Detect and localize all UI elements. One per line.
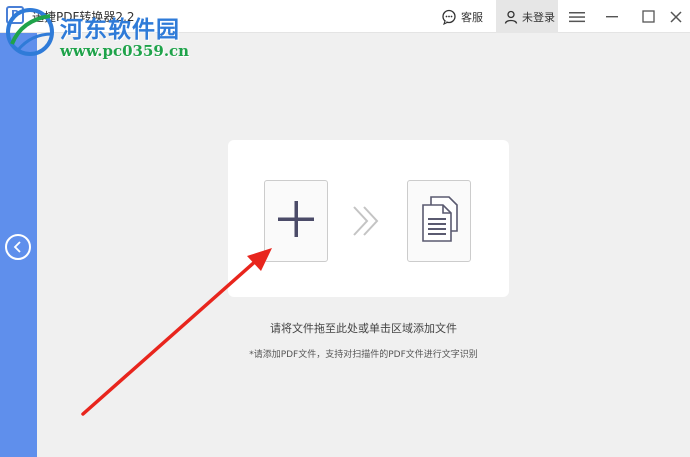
file-drop-zone[interactable] [228,140,509,297]
title-bar: P 迅捷PDF转换器2.2 客服 未登录 [0,0,690,33]
main-area: 请将文件拖至此处或单击区域添加文件 *请添加PDF文件，支持对扫描件的PDF文件… [37,33,690,457]
documents-icon [419,195,459,247]
login-label: 未登录 [522,10,555,24]
minimize-icon [605,15,619,19]
sidebar-toggle-button[interactable] [5,234,31,260]
output-document-preview [407,180,471,262]
add-file-button[interactable] [264,180,328,262]
user-icon [504,10,518,24]
login-button[interactable]: 未登录 [496,0,558,33]
feedback-button[interactable]: 客服 [441,0,483,33]
chevron-left-icon [13,238,23,257]
chat-bubble-icon [441,9,457,25]
sub-hint-text: *请添加PDF文件，支持对扫描件的PDF文件进行文字识别 [249,350,478,360]
close-icon [670,10,682,23]
menu-button[interactable] [566,0,588,33]
minimize-button[interactable] [600,0,624,33]
sidebar [0,33,37,457]
drop-hint-text: 请将文件拖至此处或单击区域添加文件 [270,322,457,335]
maximize-icon [641,10,655,23]
app-logo-icon: P [6,6,24,24]
close-button[interactable] [664,0,688,33]
hamburger-menu-icon [569,11,585,23]
window-title: 迅捷PDF转换器2.2 [32,10,135,24]
double-chevron-right-icon [351,205,383,241]
feedback-label: 客服 [461,10,483,24]
plus-icon [276,199,316,243]
maximize-button[interactable] [636,0,660,33]
